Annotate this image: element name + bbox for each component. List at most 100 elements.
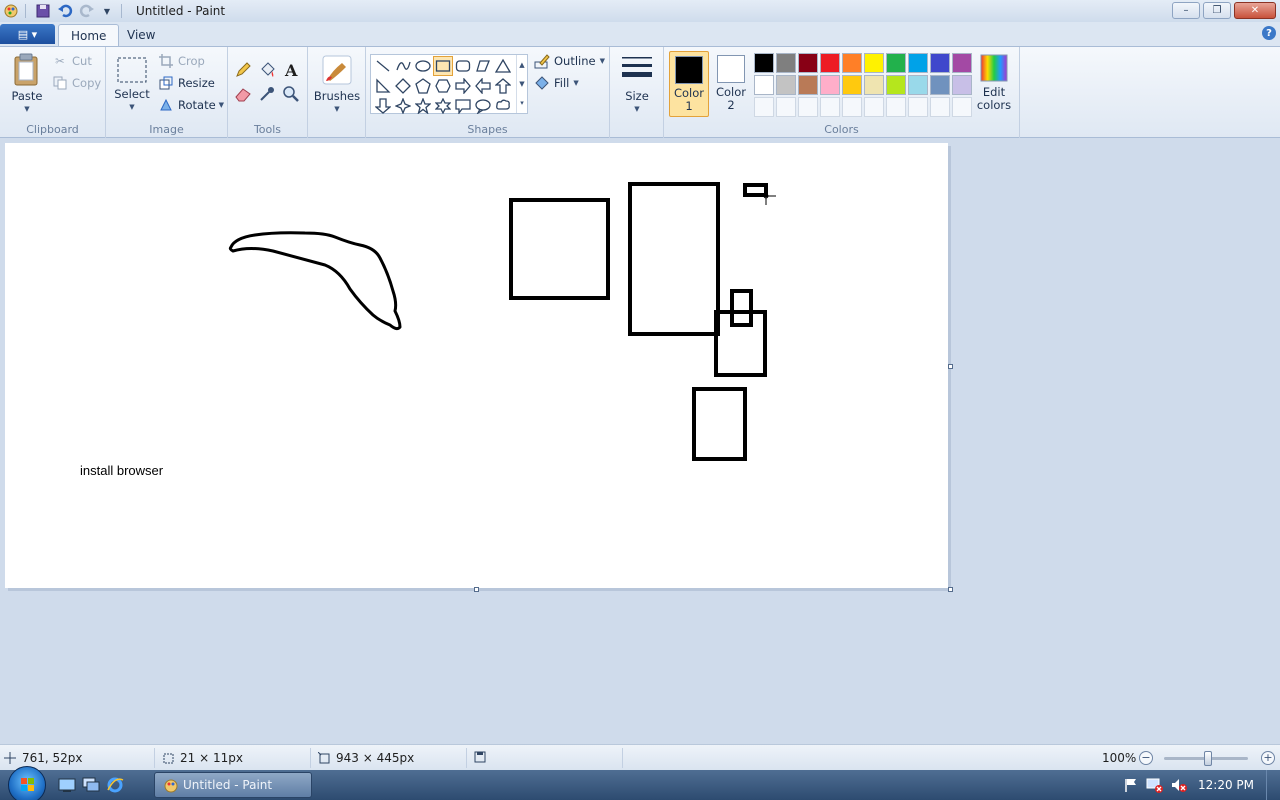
magnifier-icon[interactable] bbox=[280, 83, 302, 104]
up-arrow-shape-icon[interactable] bbox=[493, 76, 513, 96]
color2-button[interactable]: Color 2 bbox=[711, 51, 751, 117]
palette-color-swatch[interactable] bbox=[886, 53, 906, 73]
switch-windows-icon[interactable] bbox=[82, 776, 100, 794]
zoom-slider[interactable] bbox=[1164, 751, 1248, 766]
palette-custom-swatch[interactable] bbox=[776, 97, 796, 117]
internet-explorer-icon[interactable] bbox=[106, 776, 124, 794]
zoom-in-button[interactable]: + bbox=[1261, 751, 1275, 765]
help-icon[interactable]: ? bbox=[1262, 26, 1276, 40]
palette-custom-swatch[interactable] bbox=[798, 97, 818, 117]
crop-button[interactable]: Crop bbox=[158, 54, 205, 68]
palette-color-swatch[interactable] bbox=[820, 75, 840, 95]
select-button[interactable]: Select ▼ bbox=[112, 55, 152, 114]
eraser-icon[interactable] bbox=[232, 83, 254, 104]
fill-bucket-icon[interactable] bbox=[256, 59, 278, 80]
rotate-button[interactable]: Rotate ▼ bbox=[158, 98, 224, 112]
palette-color-swatch[interactable] bbox=[908, 75, 928, 95]
curve-shape-icon[interactable] bbox=[393, 56, 413, 76]
palette-color-swatch[interactable] bbox=[930, 75, 950, 95]
drawing-canvas[interactable]: install browser bbox=[5, 143, 948, 588]
down-arrow-shape-icon[interactable] bbox=[373, 96, 393, 116]
five-point-star-shape-icon[interactable] bbox=[413, 96, 433, 116]
right-arrow-shape-icon[interactable] bbox=[453, 76, 473, 96]
paste-button[interactable]: Paste ▼ bbox=[8, 53, 46, 116]
copy-button[interactable]: Copy bbox=[52, 76, 101, 90]
undo-icon[interactable] bbox=[57, 3, 73, 19]
show-desktop-button[interactable] bbox=[1266, 770, 1280, 800]
redo-icon[interactable] bbox=[79, 3, 95, 19]
palette-color-swatch[interactable] bbox=[842, 53, 862, 73]
palette-color-swatch[interactable] bbox=[886, 75, 906, 95]
palette-color-swatch[interactable] bbox=[952, 53, 972, 73]
fill-button[interactable]: Fill ▼ bbox=[534, 76, 579, 90]
hexagon-shape-icon[interactable] bbox=[433, 76, 453, 96]
show-desktop-quicklaunch-icon[interactable] bbox=[58, 776, 76, 794]
minimize-button[interactable]: – bbox=[1172, 2, 1200, 19]
resize-handle-bottom[interactable] bbox=[474, 587, 479, 592]
customize-quick-access-icon[interactable]: ▼ bbox=[99, 3, 115, 19]
resize-button[interactable]: Resize bbox=[158, 76, 215, 90]
line-shape-icon[interactable] bbox=[373, 56, 393, 76]
palette-custom-swatch[interactable] bbox=[930, 97, 950, 117]
palette-color-swatch[interactable] bbox=[798, 53, 818, 73]
taskbar-clock[interactable]: 12:20 PM bbox=[1198, 778, 1254, 792]
four-point-star-shape-icon[interactable] bbox=[393, 96, 413, 116]
triangle-shape-icon[interactable] bbox=[493, 56, 513, 76]
brushes-button[interactable]: Brushes ▼ bbox=[314, 53, 360, 116]
oval-callout-shape-icon[interactable] bbox=[473, 96, 493, 116]
cut-button[interactable]: ✂ Cut bbox=[52, 54, 92, 68]
chevron-up-icon[interactable]: ▲ bbox=[519, 61, 524, 69]
color-picker-icon[interactable] bbox=[256, 83, 278, 104]
paint-app-icon[interactable] bbox=[3, 3, 19, 19]
save-icon[interactable] bbox=[35, 3, 51, 19]
rounded-rectangle-shape-icon[interactable] bbox=[453, 56, 473, 76]
tab-view[interactable]: View bbox=[115, 24, 167, 46]
resize-handle-right[interactable] bbox=[948, 364, 953, 369]
color1-button[interactable]: Color 1 bbox=[669, 51, 709, 117]
diamond-shape-icon[interactable] bbox=[393, 76, 413, 96]
cloud-callout-shape-icon[interactable] bbox=[493, 96, 513, 116]
rectangular-callout-shape-icon[interactable] bbox=[453, 96, 473, 116]
size-button[interactable]: Size ▼ bbox=[618, 53, 656, 116]
outline-button[interactable]: Outline ▼ bbox=[534, 54, 605, 69]
close-button[interactable]: ✕ bbox=[1234, 2, 1276, 19]
restore-button[interactable]: ❐ bbox=[1203, 2, 1231, 19]
polygon-shape-icon[interactable] bbox=[473, 56, 493, 76]
zoom-out-button[interactable]: − bbox=[1139, 751, 1153, 765]
palette-custom-swatch[interactable] bbox=[952, 97, 972, 117]
right-triangle-shape-icon[interactable] bbox=[373, 76, 393, 96]
network-disconnected-icon[interactable] bbox=[1146, 776, 1164, 794]
zoom-slider-thumb[interactable] bbox=[1204, 751, 1212, 766]
more-shapes-icon[interactable]: ▾ bbox=[520, 99, 524, 107]
start-button[interactable] bbox=[8, 766, 46, 800]
palette-color-swatch[interactable] bbox=[930, 53, 950, 73]
taskbar-paint-button[interactable]: Untitled - Paint bbox=[154, 772, 312, 798]
palette-color-swatch[interactable] bbox=[776, 75, 796, 95]
palette-custom-swatch[interactable] bbox=[842, 97, 862, 117]
palette-color-swatch[interactable] bbox=[952, 75, 972, 95]
palette-color-swatch[interactable] bbox=[754, 53, 774, 73]
action-center-flag-icon[interactable] bbox=[1122, 776, 1140, 794]
tab-home[interactable]: Home bbox=[58, 24, 120, 46]
palette-custom-swatch[interactable] bbox=[820, 97, 840, 117]
oval-shape-icon[interactable] bbox=[413, 56, 433, 76]
palette-color-swatch[interactable] bbox=[908, 53, 928, 73]
edit-colors-button[interactable]: Edit colors bbox=[974, 53, 1014, 112]
palette-color-swatch[interactable] bbox=[754, 75, 774, 95]
palette-custom-swatch[interactable] bbox=[754, 97, 774, 117]
palette-color-swatch[interactable] bbox=[864, 53, 884, 73]
shapes-scrollbar[interactable]: ▲ ▼ ▾ bbox=[516, 55, 527, 113]
pencil-icon[interactable] bbox=[232, 59, 254, 80]
resize-handle-corner[interactable] bbox=[948, 587, 953, 592]
palette-color-swatch[interactable] bbox=[820, 53, 840, 73]
chevron-down-icon[interactable]: ▼ bbox=[519, 80, 524, 88]
palette-custom-swatch[interactable] bbox=[886, 97, 906, 117]
palette-color-swatch[interactable] bbox=[776, 53, 796, 73]
palette-custom-swatch[interactable] bbox=[908, 97, 928, 117]
palette-color-swatch[interactable] bbox=[842, 75, 862, 95]
volume-muted-icon[interactable] bbox=[1170, 776, 1188, 794]
text-icon[interactable]: A bbox=[280, 59, 302, 80]
left-arrow-shape-icon[interactable] bbox=[473, 76, 493, 96]
rectangle-shape-icon[interactable] bbox=[433, 56, 453, 76]
paint-menu-button[interactable]: ▤ ▾ bbox=[0, 24, 55, 44]
